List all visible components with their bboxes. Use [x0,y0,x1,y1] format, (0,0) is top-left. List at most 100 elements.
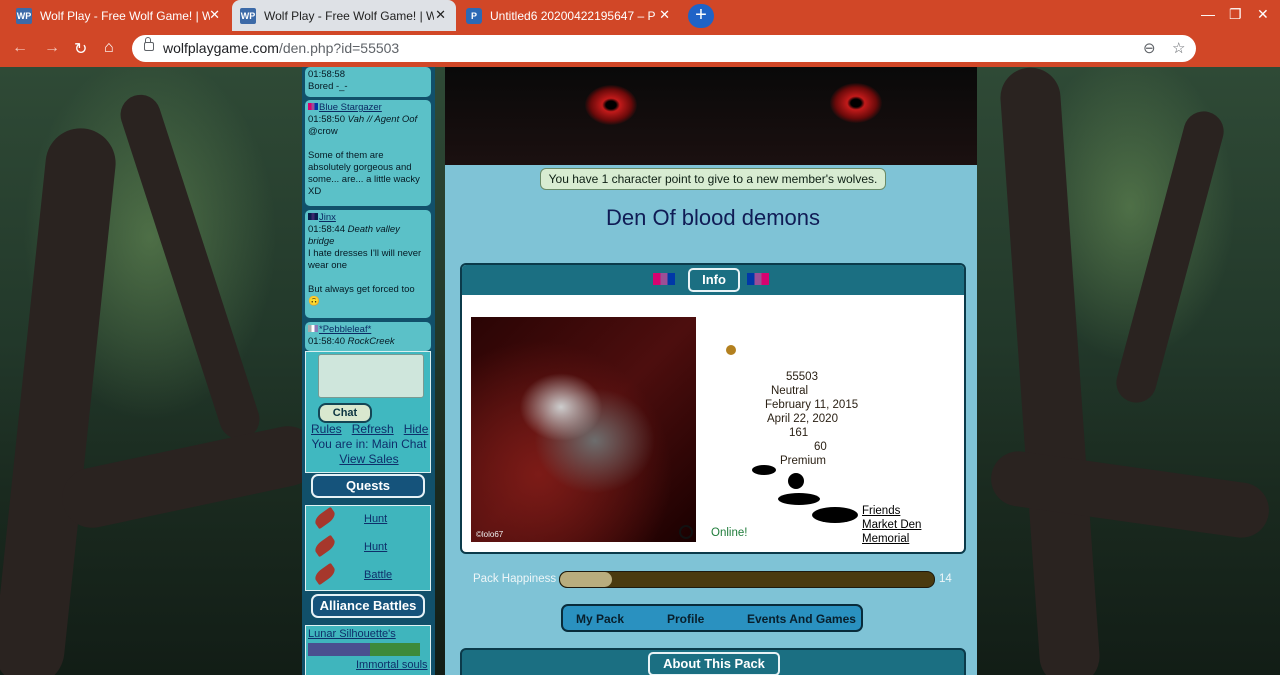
pack-happiness-bar [559,571,935,588]
flag-icon [308,325,318,332]
chat-send-button[interactable]: Chat [318,403,372,423]
den-banner-image [445,67,977,165]
lock-icon [144,37,154,51]
hide-link[interactable]: Hide [404,422,429,436]
chat-text: I hate dresses I'll will never wear one … [308,248,422,307]
market-den-link[interactable]: Market Den [862,519,921,531]
close-window-icon[interactable]: ✕ [1257,6,1269,23]
chat-username-link[interactable]: *Pebbleleaf* [319,324,371,335]
quest-hunt-link[interactable]: Hunt [364,541,387,553]
maximize-icon[interactable]: ❐ [1229,6,1242,23]
alliance-battles-button[interactable]: Alliance Battles [311,594,425,618]
close-tab-icon[interactable]: ✕ [659,8,670,22]
chat-message: *Pebbleleaf* 01:58:40 RockCreek [305,322,431,351]
chat-message: Blue Stargazer 01:58:50 Vah // Agent Oof… [305,100,431,206]
tab-title: Wolf Play - Free Wolf Game! | W [40,8,210,23]
alliance-team-link[interactable]: Lunar Silhouette's [308,628,396,640]
den-main-panel: You have 1 character point to give to a … [445,67,977,675]
alliance-score-bar-left [308,643,370,656]
chat-text: Bored -_- [308,81,348,92]
page-background: 01:58:58 Bored -_- Blue Stargazer 01:58:… [0,67,1280,675]
minimize-icon[interactable]: — [1201,6,1215,22]
about-this-pack-button[interactable]: About This Pack [648,652,780,675]
my-pack-tab[interactable]: My Pack [576,612,624,626]
chat-compose-area: Chat Rules Refresh Hide You are in: Main C… [305,351,431,473]
pack-nav-bar: My Pack Profile Events And Games [561,604,863,632]
info-header: Info [462,265,964,295]
den-membership-value: Premium [780,455,827,467]
chat-time: 01:58:44 [308,224,345,235]
chat-input[interactable] [318,354,424,398]
close-tab-icon[interactable]: ✕ [209,8,220,22]
photopea-favicon-icon: P [466,7,482,24]
chat-time: 01:58:58 [308,69,345,80]
pride-flag-icon [747,273,769,285]
chat-location: RockCreek [347,336,395,347]
den-last-active-value: April 22, 2020 [767,413,838,425]
friends-link[interactable]: Friends [862,505,900,517]
chat-links: Rules Refresh Hide [306,422,432,436]
character-point-notice: You have 1 character point to give to a … [540,168,886,190]
about-pack-section: About This Pack [460,648,966,675]
pack-happiness-value: 14 [939,573,952,585]
chat-message: Jinx 01:58:44 Death valley bridge I hate… [305,210,431,318]
quest-battle-link[interactable]: Battle [364,569,392,581]
url-path: /den.php?id=55503 [278,40,400,56]
wolfplay-favicon-icon: WP [16,7,32,24]
tab-title: Untitled6 20200422195647 – P [490,8,656,23]
quest-item: Hunt [312,506,424,534]
tab-title: Wolf Play - Free Wolf Game! | W [264,8,434,23]
back-arrow-icon[interactable]: ← [12,39,28,57]
alliance-score-bar-right [370,643,420,656]
quest-item: Battle [312,562,424,590]
events-and-games-tab[interactable]: Events And Games [747,612,856,626]
flag-icon [308,213,318,220]
info-tab-button[interactable]: Info [688,268,740,292]
den-id-value: 55503 [786,371,818,383]
memorial-link[interactable]: Memorial [862,533,909,545]
tab-strip: WP Wolf Play - Free Wolf Game! | W ✕ WP … [0,0,1280,31]
home-icon[interactable]: ⌂ [104,39,114,57]
reload-icon[interactable]: ↻ [74,39,87,59]
den-created-value: February 11, 2015 [765,399,859,411]
chat-time: 01:58:40 [308,336,345,347]
zoom-icon[interactable]: ⊖ [1143,39,1156,57]
quest-list: Hunt Hunt Battle [305,505,431,591]
banner-eye [830,83,882,123]
view-sales-link[interactable]: View Sales [339,452,398,466]
forward-arrow-icon[interactable]: → [44,39,60,57]
quests-header-button[interactable]: Quests [311,474,425,498]
den-info-box: Info ©lolo67 55503 Neutral February 11, … [460,263,966,554]
alliance-battle-panel: Lunar Silhouette's Immortal souls [305,625,431,675]
new-tab-button[interactable]: + [688,4,714,28]
pack-happiness-fill [560,572,613,587]
image-signature: ©lolo67 [476,530,504,539]
profile-tab[interactable]: Profile [667,612,704,626]
bookmark-star-icon[interactable]: ☆ [1172,39,1185,57]
magnify-icon[interactable] [679,525,693,539]
refresh-link[interactable]: Refresh [352,422,394,436]
paw-icon [726,345,736,355]
browser-tab-2-active[interactable]: WP Wolf Play - Free Wolf Game! | W ✕ [232,0,456,31]
den-wolf-image[interactable]: ©lolo67 [471,317,696,542]
chat-message: 01:58:58 Bored -_- [305,67,431,97]
chat-username-link[interactable]: Blue Stargazer [319,102,382,113]
chat-text: @crow Some of them are absolutely gorgeo… [308,126,420,197]
browser-tab-3[interactable]: P Untitled6 20200422195647 – P ✕ [458,0,680,31]
url-field[interactable]: wolfplaygame.com/den.php?id=55503 ⊖ ☆ [132,35,1196,62]
browser-tab-1[interactable]: WP Wolf Play - Free Wolf Game! | W ✕ [8,0,230,31]
rules-link[interactable]: Rules [311,422,342,436]
chat-username-link[interactable]: Jinx [319,212,336,223]
quest-hunt-link[interactable]: Hunt [364,513,387,525]
quest-item: Hunt [312,534,424,562]
den-title: Den Of blood demons [605,205,821,230]
chat-room-status: You are in: Main Chat [311,437,427,451]
den-alignment-value: Neutral [771,385,809,397]
den-level-value: 60 [814,441,827,453]
online-status: Online! [711,527,748,539]
alliance-opponent-link[interactable]: Immortal souls [356,659,428,671]
left-sidebar: 01:58:58 Bored -_- Blue Stargazer 01:58:… [302,67,435,675]
close-tab-icon[interactable]: ✕ [435,8,446,22]
den-members-value: 161 [789,427,809,439]
pride-flag-icon [308,103,318,110]
